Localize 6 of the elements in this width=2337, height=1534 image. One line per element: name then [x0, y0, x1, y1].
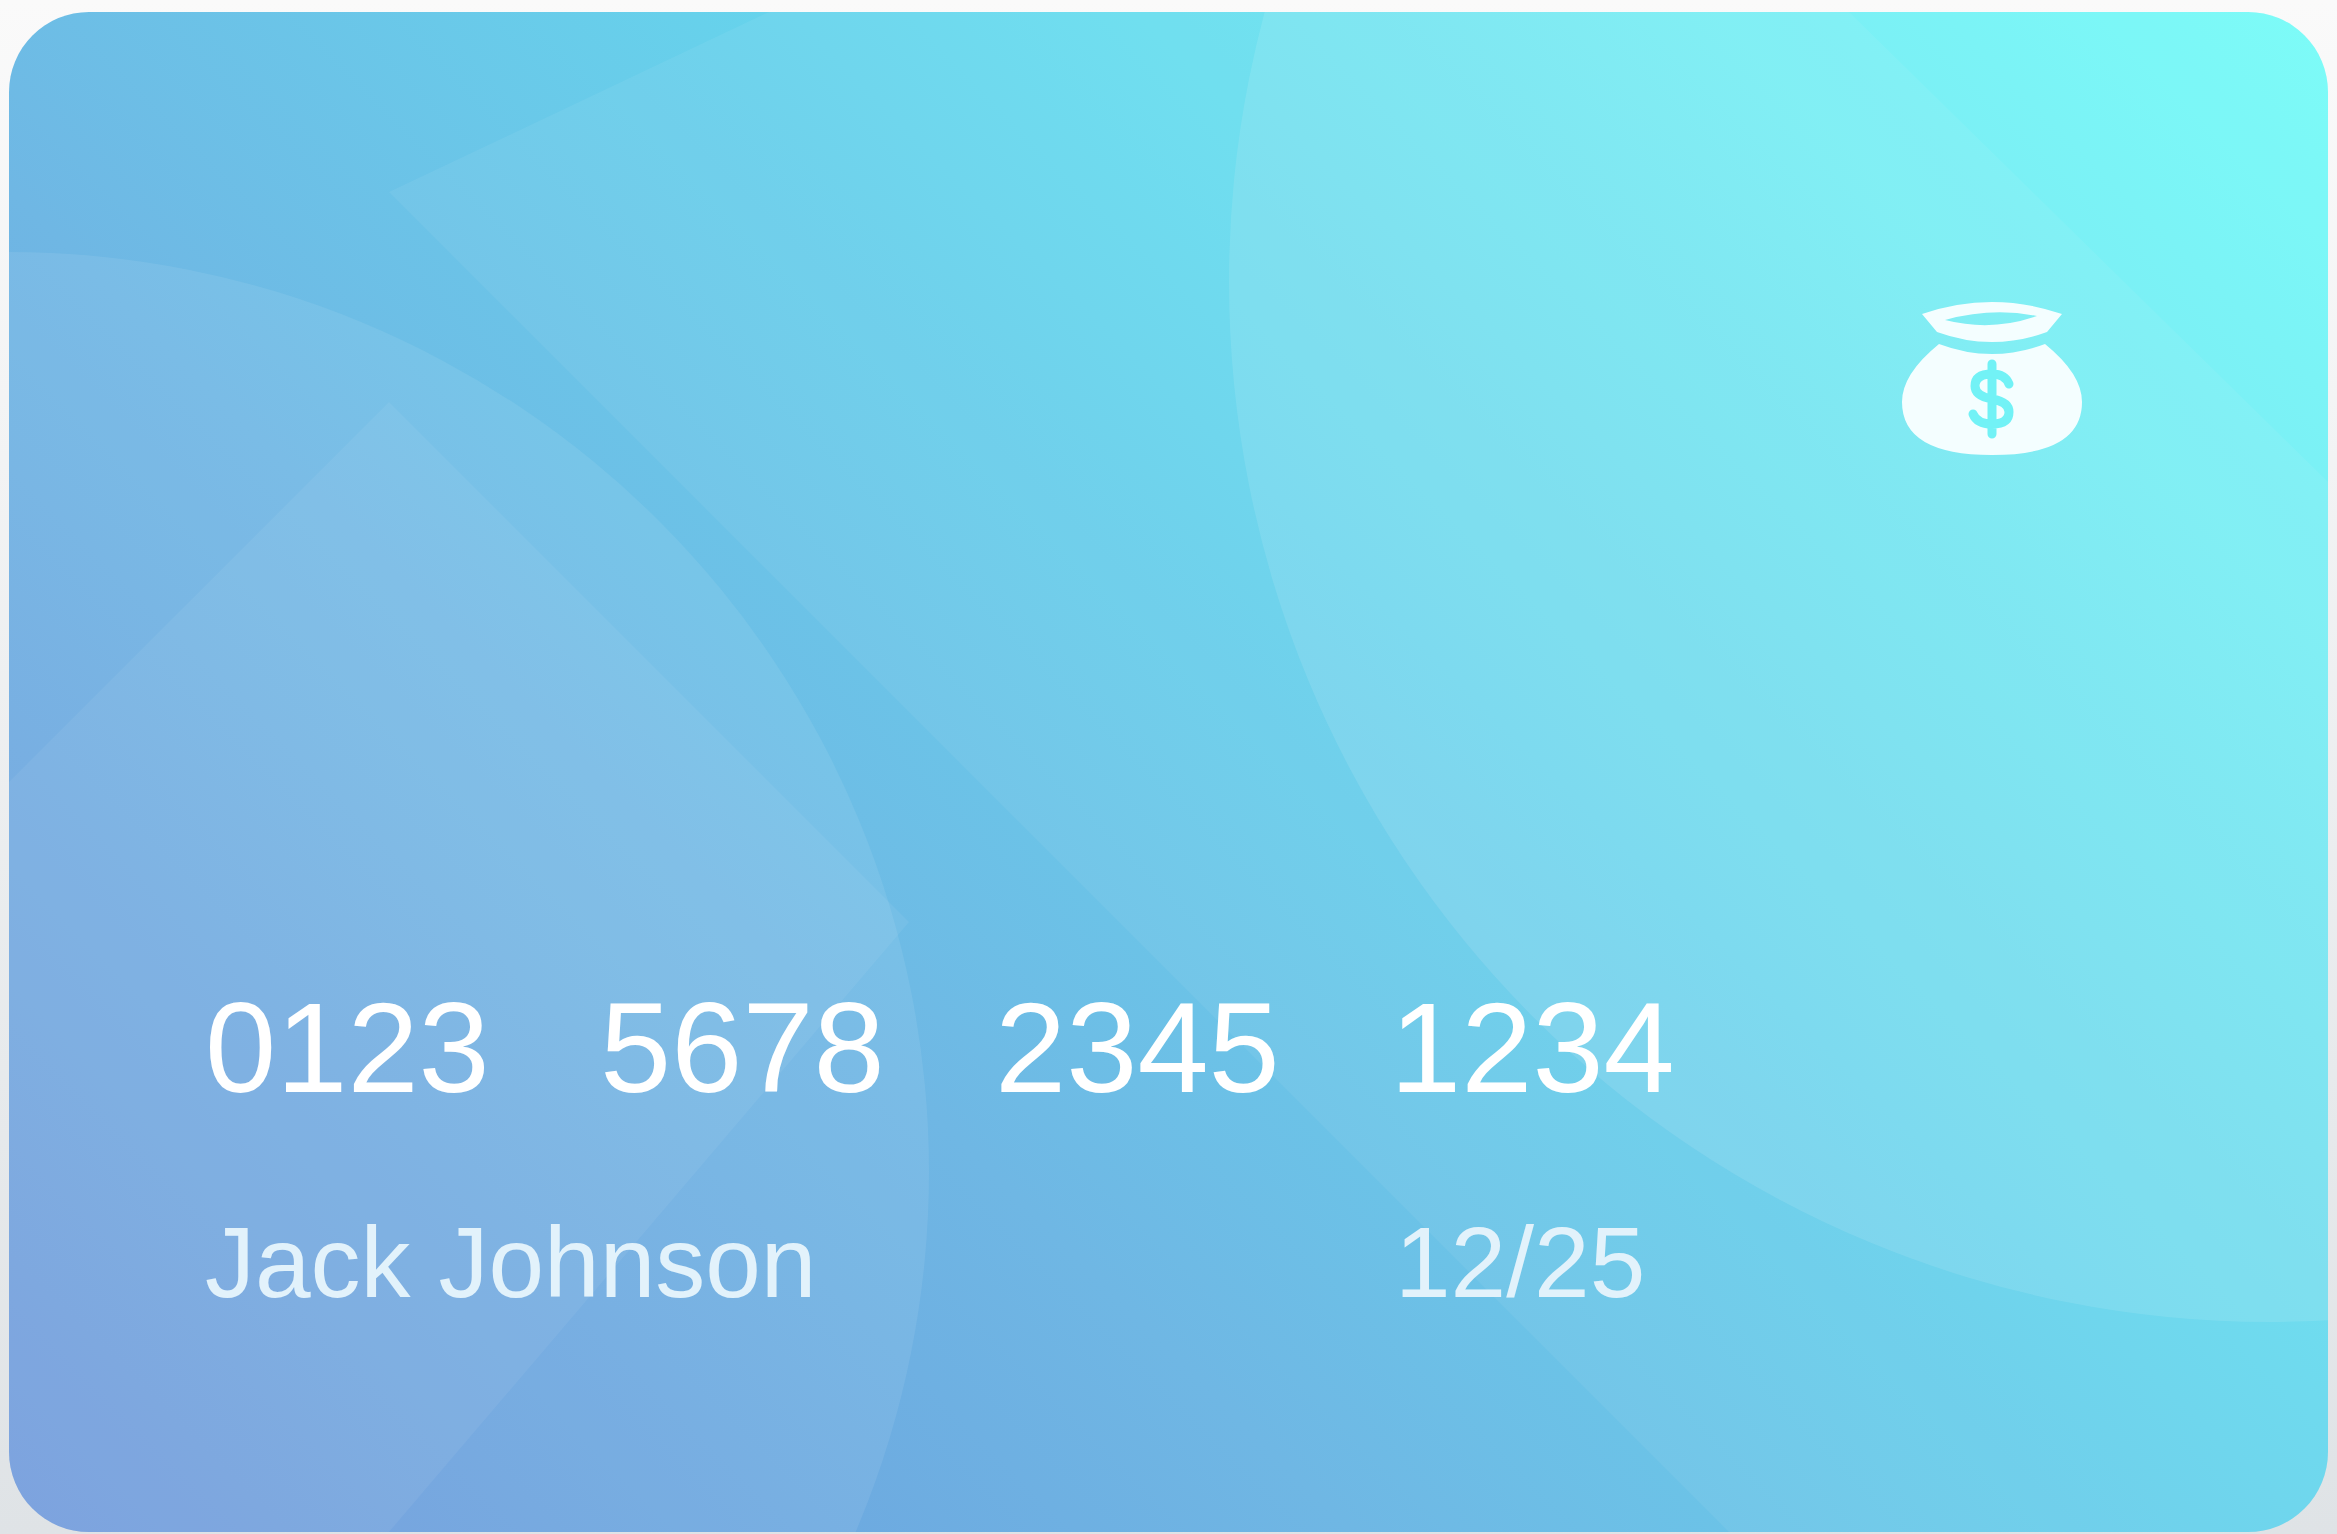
card-number-group: 0123	[205, 984, 600, 1112]
card-number-group: 2345	[995, 984, 1390, 1112]
card-number-group: 5678	[600, 984, 995, 1112]
card-number-group: 1234	[1390, 984, 1785, 1112]
cardholder-name: Jack Johnson	[205, 1212, 818, 1312]
expiry-date: 12/25	[1395, 1212, 1647, 1312]
